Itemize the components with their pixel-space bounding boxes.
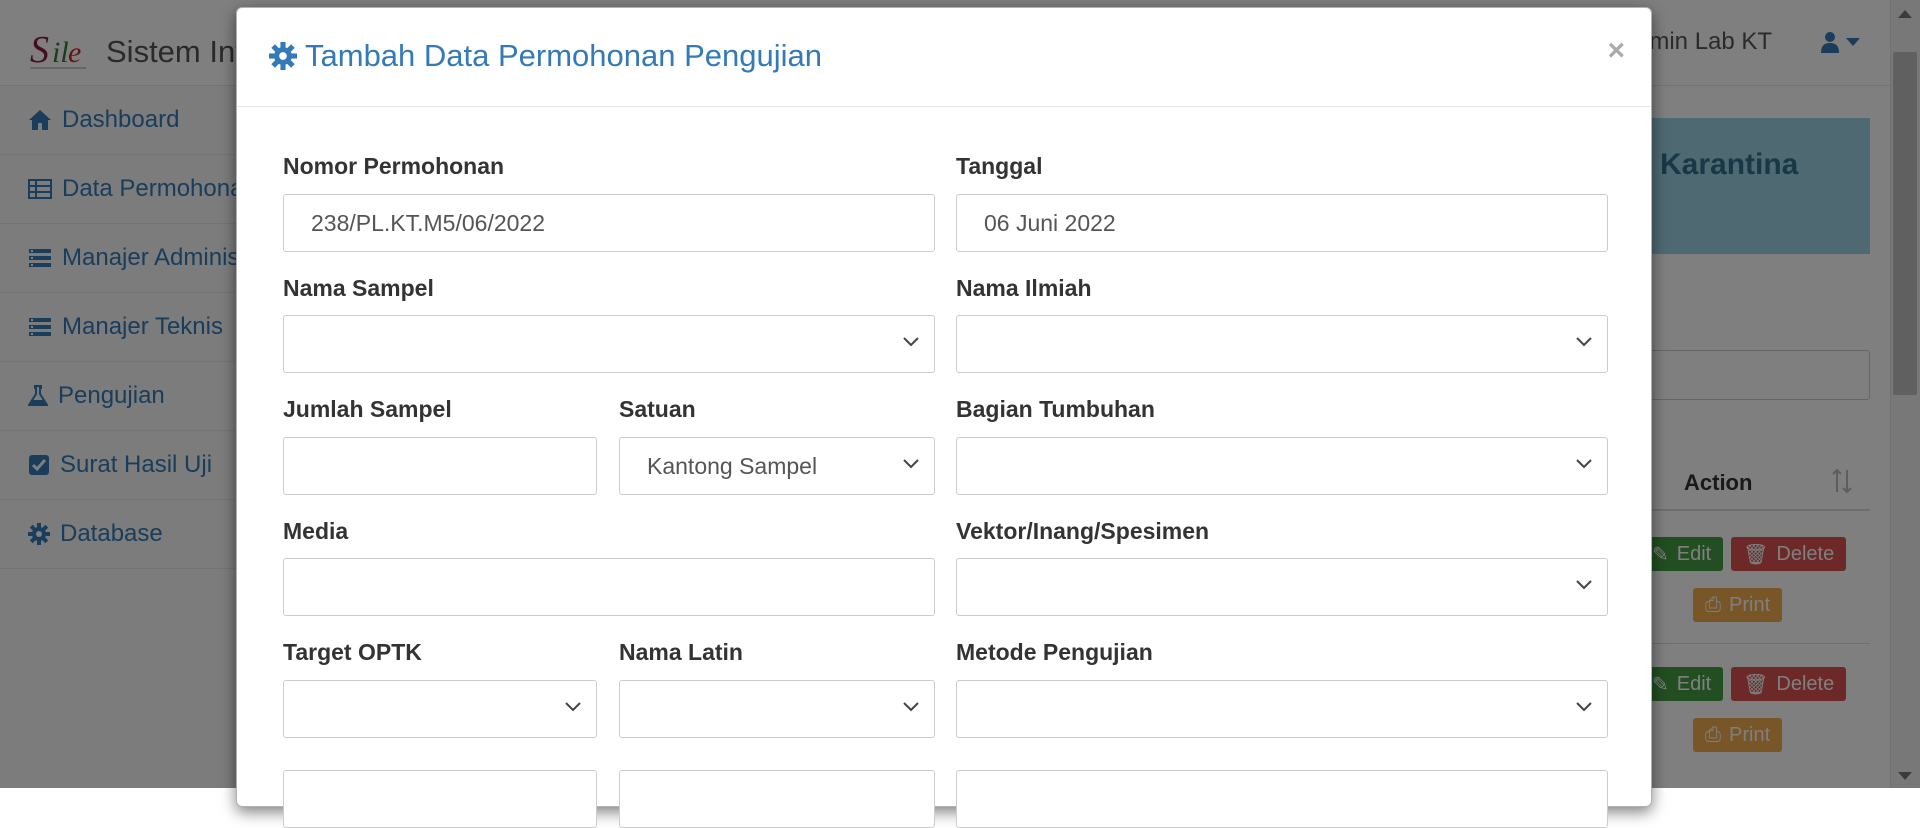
next-row-field[interactable] (956, 770, 1608, 828)
chevron-down-icon (1576, 580, 1592, 590)
chevron-down-icon (903, 337, 919, 347)
modal-title: Tambah Data Permohonan Pengujian (269, 38, 822, 74)
nama-sampel-select[interactable] (283, 315, 935, 373)
chevron-down-icon (1576, 337, 1592, 347)
jumlah-sampel-label: Jumlah Sampel (283, 396, 452, 422)
add-permohonan-modal: Tambah Data Permohonan Pengujian × Nomor… (236, 7, 1652, 828)
nama-latin-label: Nama Latin (619, 639, 743, 665)
nomor-permohonan-input[interactable]: 238/PL.KT.M5/06/2022 (283, 194, 935, 252)
media-label: Media (283, 518, 349, 544)
next-row-field[interactable] (619, 770, 935, 828)
bagian-tumbuhan-label: Bagian Tumbuhan (956, 396, 1155, 422)
vektor-label: Vektor/Inang/Spesimen (956, 518, 1210, 544)
chevron-down-icon (565, 702, 581, 712)
satuan-value: Kantong Sampel (647, 452, 818, 479)
jumlah-sampel-input[interactable] (283, 437, 597, 495)
target-optk-select[interactable] (283, 680, 597, 738)
nama-latin-select[interactable] (619, 680, 935, 738)
nama-sampel-label: Nama Sampel (283, 275, 434, 301)
vektor-select[interactable] (956, 558, 1608, 616)
satuan-select[interactable]: Kantong Sampel (619, 437, 935, 495)
bagian-tumbuhan-select[interactable] (956, 437, 1608, 495)
chevron-down-icon (1576, 459, 1592, 469)
tanggal-label: Tanggal (956, 153, 1043, 179)
gear-icon (269, 42, 297, 70)
modal-title-text: Tambah Data Permohonan Pengujian (305, 38, 823, 73)
target-optk-label: Target OPTK (283, 639, 422, 665)
next-row-field[interactable] (283, 770, 597, 828)
chevron-down-icon (903, 459, 919, 469)
metode-pengujian-select[interactable] (956, 680, 1608, 738)
tanggal-input[interactable]: 06 Juni 2022 (956, 194, 1608, 252)
metode-pengujian-label: Metode Pengujian (956, 639, 1153, 665)
media-input[interactable] (283, 558, 935, 616)
chevron-down-icon (903, 702, 919, 712)
chevron-down-icon (1576, 702, 1592, 712)
nama-ilmiah-select[interactable] (956, 315, 1608, 373)
nomor-permohonan-label: Nomor Permohonan (283, 153, 505, 179)
modal-header: Tambah Data Permohonan Pengujian × (237, 8, 1651, 107)
nama-ilmiah-label: Nama Ilmiah (956, 275, 1092, 301)
close-button[interactable]: × (1607, 36, 1625, 66)
satuan-label: Satuan (619, 396, 696, 422)
